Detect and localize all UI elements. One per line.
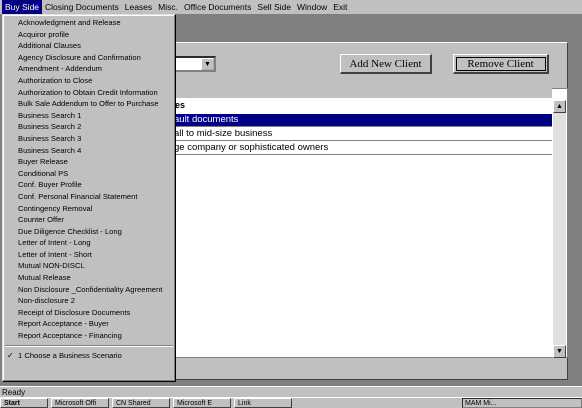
menu-item[interactable]: Business Search 1 — [3, 110, 175, 122]
combo-dropdown-icon[interactable]: ▼ — [201, 58, 214, 70]
taskbar-window[interactable]: Microsoft E — [173, 398, 231, 408]
menu-item[interactable]: Business Search 2 — [3, 121, 175, 133]
menu-item[interactable]: Conf. Personal Financial Statement — [3, 191, 175, 203]
menu-item[interactable]: Mutual Release — [3, 272, 175, 284]
menu-item[interactable]: Letter of Intent - Long — [3, 237, 175, 249]
system-tray: MAM Mi... — [462, 398, 582, 408]
menu-separator — [5, 344, 173, 347]
menu-item[interactable]: Agency Disclosure and Confirmation — [3, 52, 175, 64]
list-header-bar — [150, 88, 552, 98]
status-text: Ready — [2, 388, 26, 397]
menu-item[interactable]: Receipt of Disclosure Documents — [3, 307, 175, 319]
menu-misc[interactable]: Misc. — [155, 0, 181, 14]
menu-item[interactable]: Due Diligence Checklist - Long — [3, 226, 175, 238]
menu-item[interactable]: Mutual NON-DISCL — [3, 260, 175, 272]
menu-item-label: 1 Choose a Business Scenario — [18, 350, 122, 360]
menu-item[interactable]: Business Search 4 — [3, 145, 175, 157]
menu-item[interactable]: Bulk Sale Addendum to Offer to Purchase — [3, 98, 175, 110]
scroll-down-icon[interactable]: ▼ — [553, 345, 566, 358]
menu-item[interactable]: Acknowledgment and Release — [3, 17, 175, 29]
menu-item[interactable]: Non-disclosure 2 — [3, 295, 175, 307]
menu-leases[interactable]: Leases — [122, 0, 155, 14]
menu-window[interactable]: Window — [294, 0, 330, 14]
menu-bar: Buy Side Closing Documents Leases Misc. … — [0, 0, 582, 14]
menu-sell-side[interactable]: Sell Side — [254, 0, 294, 14]
menu-item[interactable]: Letter of Intent - Short — [3, 249, 175, 261]
remove-client-button[interactable]: Remove Client — [453, 54, 549, 74]
menu-item[interactable]: Conditional PS — [3, 168, 175, 180]
menu-item[interactable]: Additional Clauses — [3, 40, 175, 52]
taskbar: Start Microsoft Offi CN Shared Microsoft… — [0, 397, 582, 408]
menu-exit[interactable]: Exit — [330, 0, 350, 14]
menu-item[interactable]: Business Search 3 — [3, 133, 175, 145]
list-item[interactable]: ge company or sophisticated owners — [150, 142, 552, 155]
menu-item[interactable]: Report Acceptance - Buyer — [3, 318, 175, 330]
list-item[interactable]: all to mid-size business — [150, 128, 552, 141]
menu-office-documents[interactable]: Office Documents — [181, 0, 254, 14]
menu-item[interactable]: Acquiror profile — [3, 29, 175, 41]
check-icon: ✓ — [7, 350, 14, 360]
menu-item[interactable]: Contingency Removal — [3, 203, 175, 215]
taskbar-window[interactable]: Link — [234, 398, 292, 408]
list-item[interactable]: ault documents — [150, 114, 552, 127]
buy-side-menu: Acknowledgment and Release Acquiror prof… — [2, 14, 176, 382]
menu-closing-documents[interactable]: Closing Documents — [42, 0, 122, 14]
menu-item[interactable]: Amendment - Addendum — [3, 63, 175, 75]
menu-item[interactable]: Buyer Release — [3, 156, 175, 168]
menu-item-choose-scenario[interactable]: ✓ 1 Choose a Business Scenario — [3, 350, 175, 362]
status-bar: Ready — [0, 386, 582, 397]
taskbar-window[interactable]: Microsoft Offi — [51, 398, 109, 408]
menu-item[interactable]: Report Acceptance - Financing — [3, 330, 175, 342]
menu-item[interactable]: Authorization to Close — [3, 75, 175, 87]
scroll-up-icon[interactable]: ▲ — [553, 100, 566, 113]
menu-item[interactable]: Authorization to Obtain Credit Informati… — [3, 87, 175, 99]
menu-buy-side[interactable]: Buy Side — [2, 0, 43, 14]
menu-item[interactable]: Counter Offer — [3, 214, 175, 226]
list-scrollbar[interactable]: ▲ ▼ — [553, 100, 566, 358]
start-button[interactable]: Start — [0, 398, 48, 408]
menu-item[interactable]: Non Disclosure _Confidentiality Agreemen… — [3, 284, 175, 296]
list-header-label: es — [175, 100, 186, 110]
taskbar-window[interactable]: CN Shared — [112, 398, 170, 408]
add-new-client-button[interactable]: Add New Client — [340, 54, 432, 74]
menu-item[interactable]: Conf. Buyer Profile — [3, 179, 175, 191]
